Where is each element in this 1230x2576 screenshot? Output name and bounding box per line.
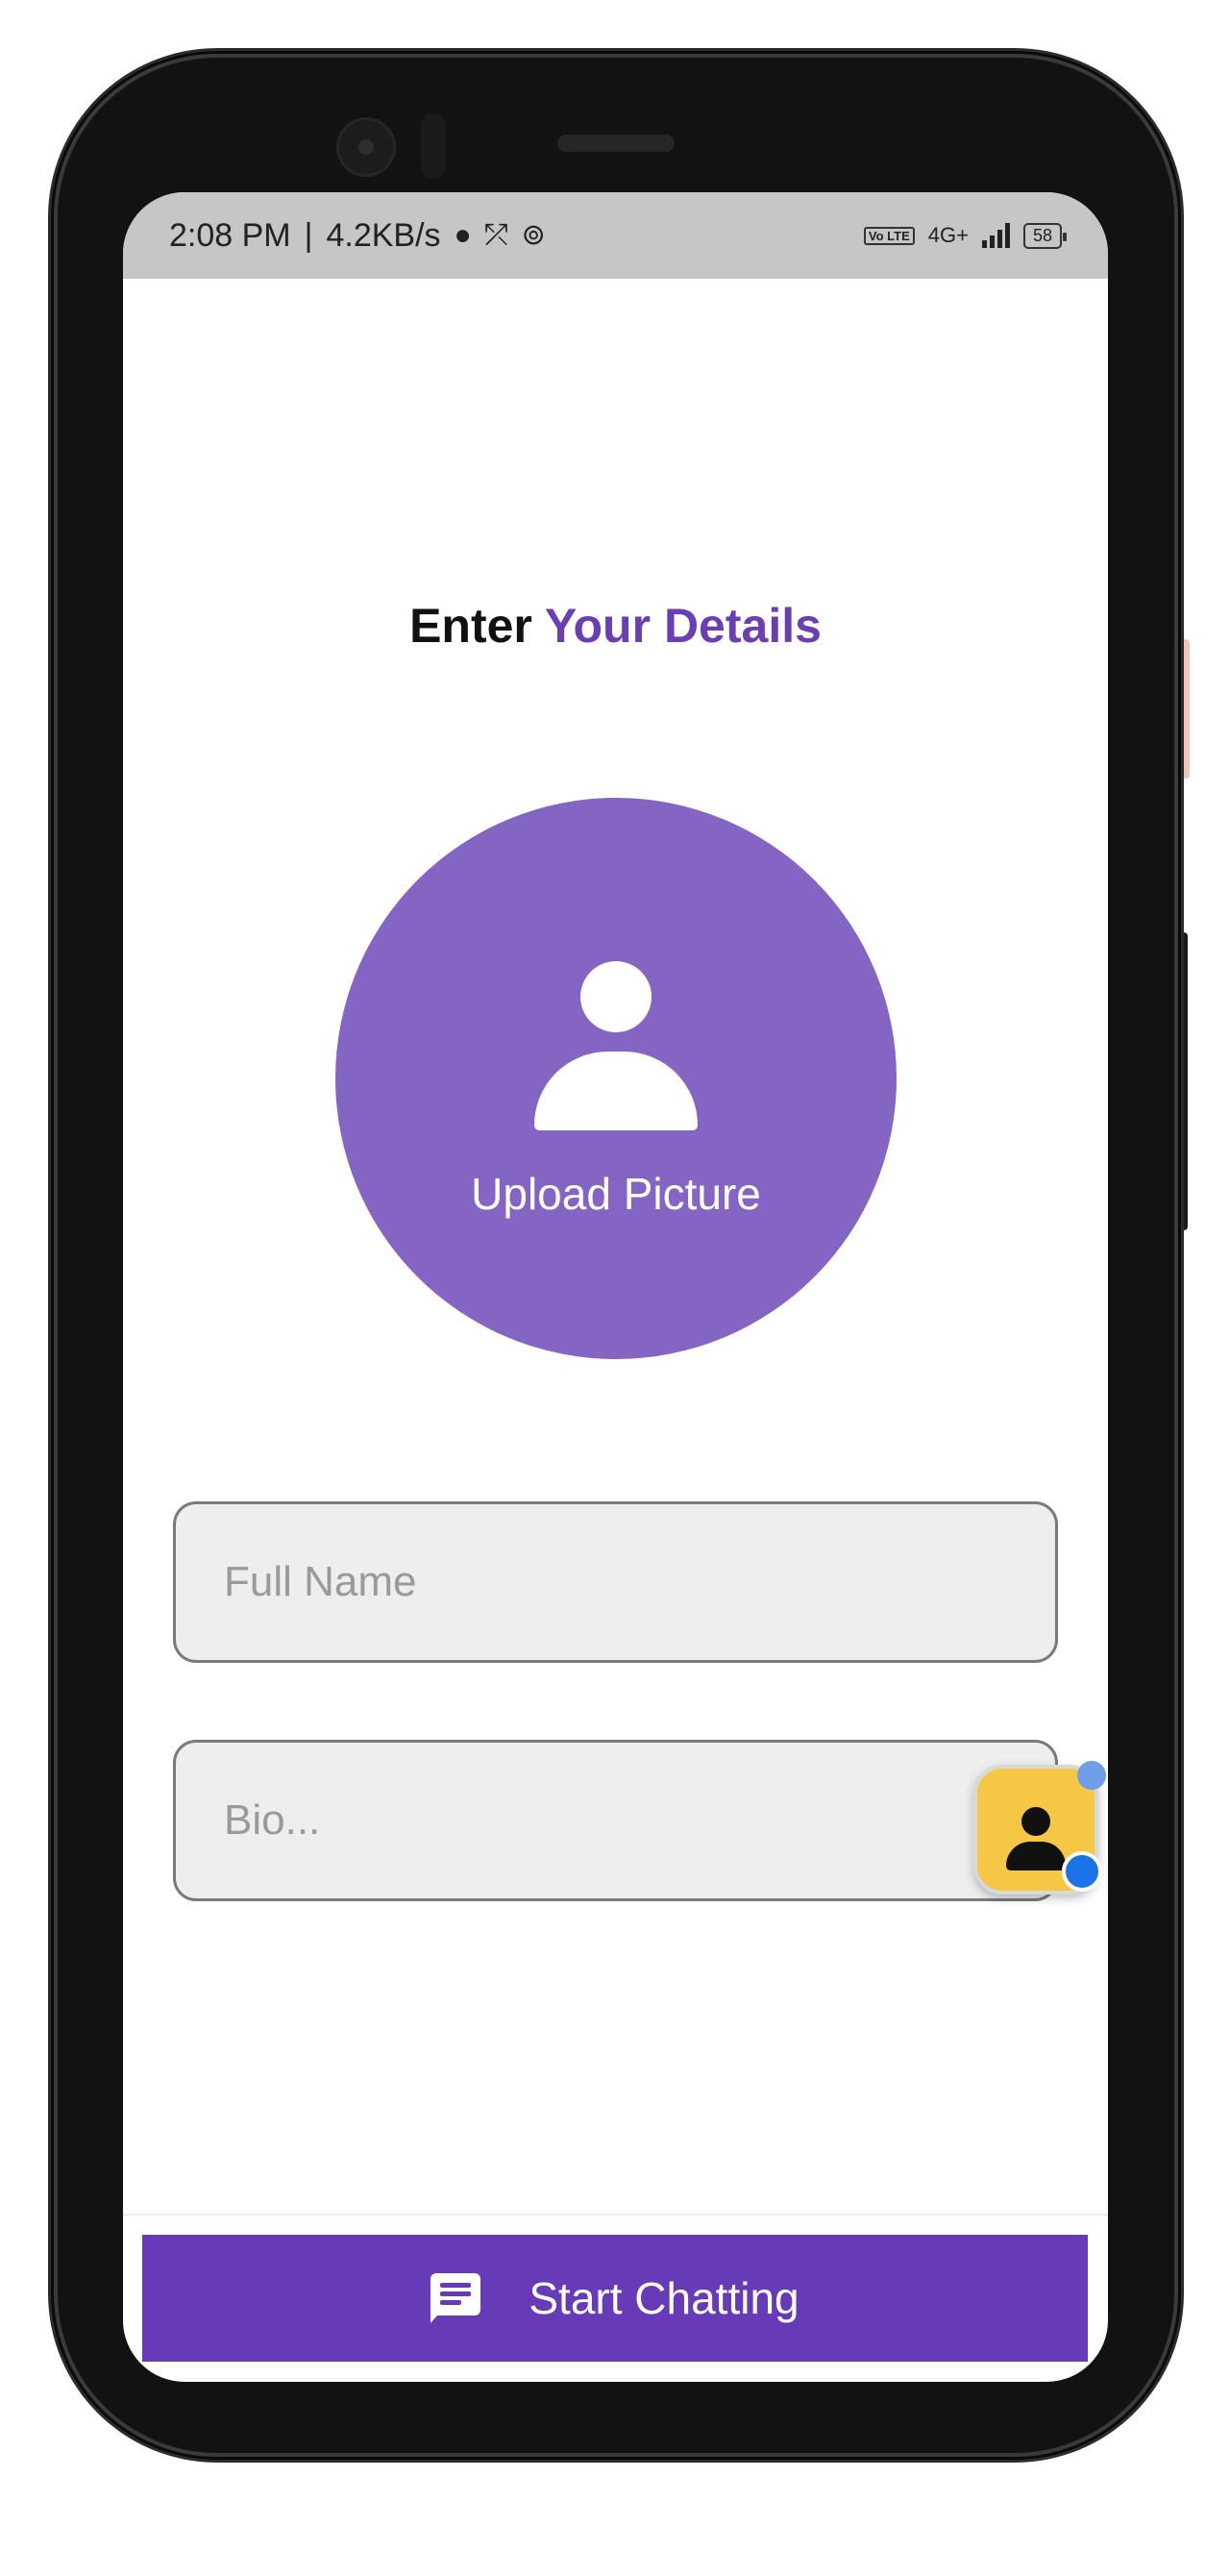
upload-picture-label: Upload Picture	[471, 1169, 761, 1219]
status-bar: 2:08 PM | 4.2KB/s ● ⤱ ⊚ Vo LTE 4G+ 58	[123, 192, 1108, 279]
status-speed: 4.2KB/s	[326, 216, 441, 254]
network-type: 4G+	[927, 223, 969, 247]
volte-badge: Vo LTE	[863, 226, 915, 245]
chat-head-bubble-icon[interactable]	[973, 1761, 1106, 1895]
chat-notification-icon: ●	[454, 219, 472, 251]
front-camera	[336, 117, 396, 177]
battery-indicator: 58	[1022, 222, 1068, 249]
full-name-input[interactable]	[173, 1501, 1058, 1663]
proximity-sensor	[421, 113, 446, 179]
start-chatting-label: Start Chatting	[529, 2273, 800, 2323]
app-screen: 2:08 PM | 4.2KB/s ● ⤱ ⊚ Vo LTE 4G+ 58 En…	[123, 192, 1108, 2382]
status-left: 2:08 PM | 4.2KB/s ● ⤱ ⊚	[169, 217, 546, 255]
footer-divider	[123, 2214, 1108, 2216]
page-title: Enter Your Details	[123, 598, 1108, 654]
phone-volume-button	[1176, 639, 1190, 779]
status-separator: |	[304, 216, 313, 254]
upload-picture-button[interactable]: Upload Picture	[335, 798, 897, 1359]
bio-input[interactable]	[173, 1740, 1058, 1901]
page-title-part1: Enter	[409, 599, 532, 653]
chat-icon	[430, 2273, 481, 2323]
status-right: Vo LTE 4G+ 58	[863, 222, 1068, 249]
sync-icon: ⊚	[521, 219, 546, 251]
status-time: 2:08 PM	[169, 216, 291, 254]
earpiece-speaker	[557, 135, 675, 152]
signal-icon	[981, 223, 1010, 248]
page-title-part2: Your Details	[544, 599, 822, 653]
missed-call-icon: ⤱	[484, 219, 508, 251]
start-chatting-button[interactable]: Start Chatting	[142, 2235, 1088, 2362]
person-icon	[534, 961, 698, 1130]
